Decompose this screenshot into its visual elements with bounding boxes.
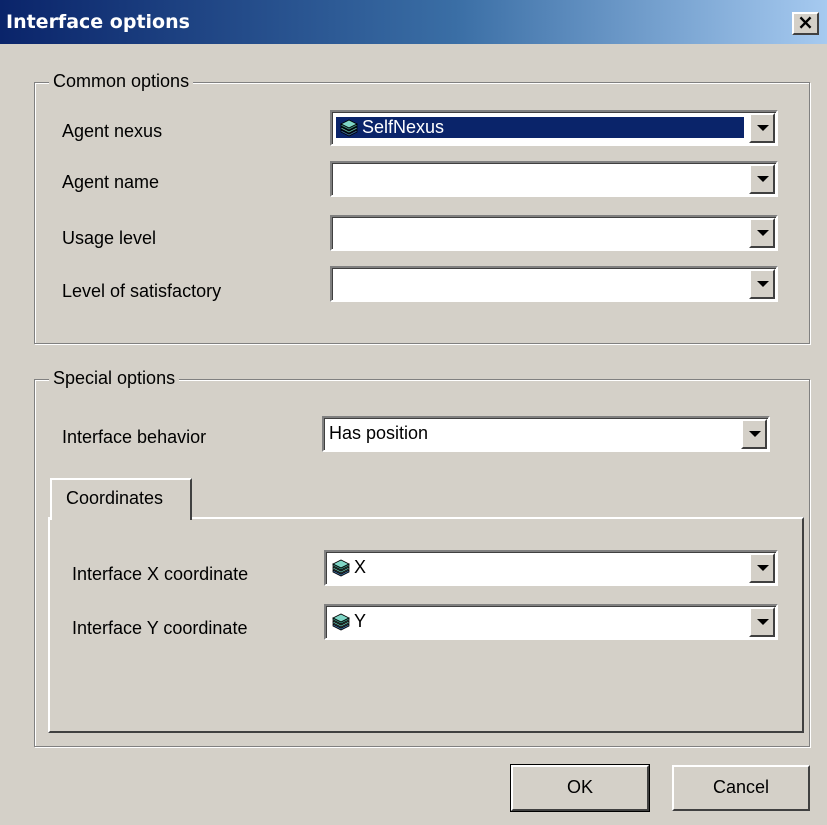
agent-nexus-label: Agent nexus xyxy=(62,121,163,141)
x-coordinate-value: X xyxy=(328,557,369,578)
y-coordinate-value: Y xyxy=(328,611,369,632)
interface-behavior-label: Interface behavior xyxy=(62,427,207,447)
cancel-button[interactable]: Cancel xyxy=(672,765,810,811)
satisfactory-label: Level of satisfactory xyxy=(62,281,222,301)
satisfactory-combo[interactable] xyxy=(330,266,778,302)
x-coordinate-combo[interactable]: X xyxy=(324,550,778,586)
usage-level-label: Usage level xyxy=(62,228,157,248)
chevron-down-icon[interactable] xyxy=(749,269,775,299)
cancel-button-label: Cancel xyxy=(712,777,770,797)
chevron-down-icon[interactable] xyxy=(749,164,775,194)
x-coordinate-label: Interface X coordinate xyxy=(72,564,249,584)
y-coordinate-text: Y xyxy=(354,611,367,631)
title-bar: Interface options × xyxy=(0,0,827,44)
y-coordinate-combo[interactable]: Y xyxy=(324,604,778,640)
tab-coordinates[interactable]: Coordinates xyxy=(50,478,192,520)
special-options-label: Special options xyxy=(49,368,180,389)
interface-behavior-combo[interactable]: Has position xyxy=(322,416,770,452)
ok-button[interactable]: OK xyxy=(510,764,650,812)
close-icon: × xyxy=(797,10,814,34)
chevron-down-icon[interactable] xyxy=(749,607,775,637)
agent-nexus-value: SelfNexus xyxy=(335,116,745,139)
usage-level-combo[interactable] xyxy=(330,215,778,251)
ok-button-label: OK xyxy=(566,777,593,797)
agent-nexus-text: SelfNexus xyxy=(362,117,445,137)
chevron-down-icon[interactable] xyxy=(749,218,775,248)
chevron-down-icon[interactable] xyxy=(749,553,775,583)
x-coordinate-text: X xyxy=(354,557,367,577)
close-button[interactable]: × xyxy=(792,12,819,35)
layers-icon xyxy=(332,559,350,576)
agent-name-combo[interactable] xyxy=(330,161,778,197)
chevron-down-icon[interactable] xyxy=(741,419,767,449)
layers-icon xyxy=(340,119,358,136)
common-options-label: Common options xyxy=(49,71,194,92)
layers-icon xyxy=(332,613,350,630)
window-title: Interface options xyxy=(6,11,190,33)
agent-name-label: Agent name xyxy=(62,172,160,192)
y-coordinate-label: Interface Y coordinate xyxy=(72,618,248,638)
chevron-down-icon[interactable] xyxy=(749,113,775,143)
agent-nexus-combo[interactable]: SelfNexus xyxy=(330,110,778,146)
tab-coordinates-label: Coordinates xyxy=(66,488,164,508)
interface-behavior-value: Has position xyxy=(329,423,429,443)
